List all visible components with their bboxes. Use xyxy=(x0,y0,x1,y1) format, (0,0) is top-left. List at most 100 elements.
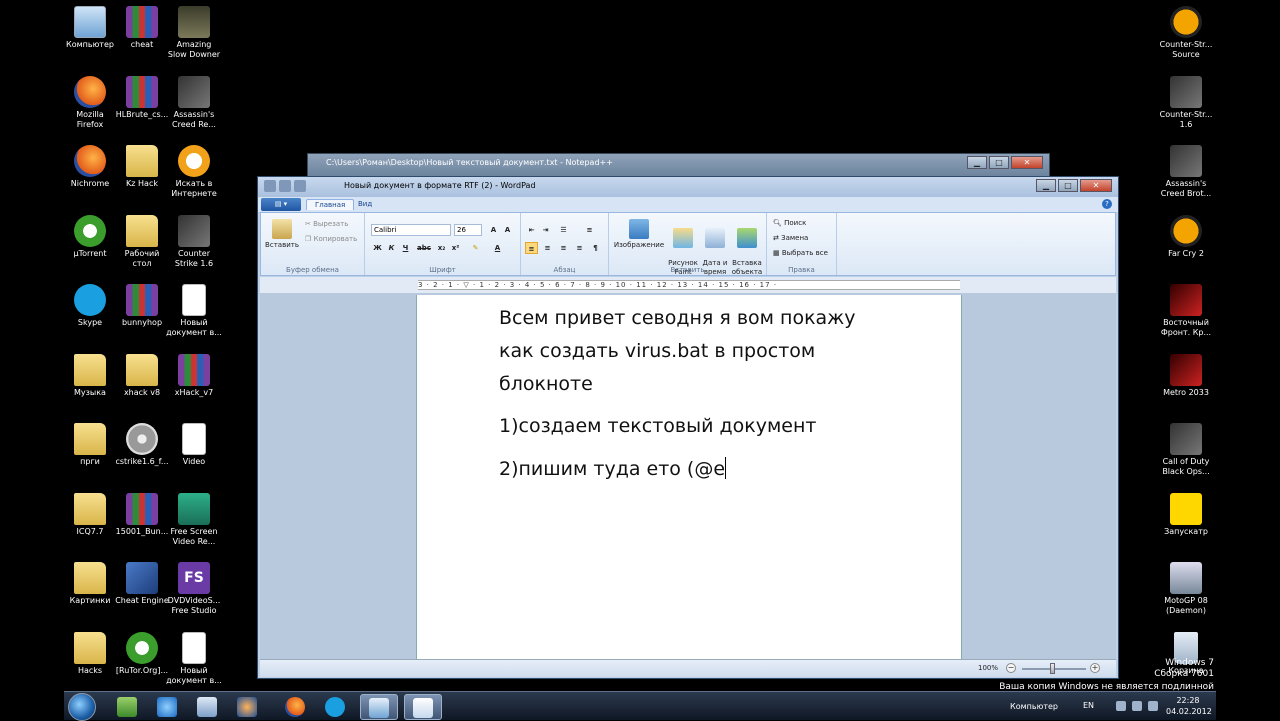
desktop-shortcut[interactable]: Искать в Интернете xyxy=(162,141,226,209)
paste-button[interactable]: Вставить xyxy=(265,219,299,249)
close-button[interactable]: ✕ xyxy=(1011,156,1043,169)
font-color-icon[interactable]: A xyxy=(491,242,504,254)
amazing-slow-downer-icon xyxy=(178,6,210,38)
desktop-shortcut[interactable]: Counter-Str... 1.6 xyxy=(1154,72,1218,140)
desktop-shortcut[interactable]: Восточный Фронт. Кр... xyxy=(1154,280,1218,348)
app-menu-button[interactable]: ▤ ▾ xyxy=(261,198,301,211)
taskbar-explorer-button[interactable] xyxy=(108,694,146,720)
zoom-out-button[interactable]: − xyxy=(1006,663,1016,673)
close-button[interactable]: ✕ xyxy=(1080,179,1112,192)
desktop-shortcut[interactable]: Free Screen Video Re... xyxy=(162,489,226,557)
italic-button[interactable]: К xyxy=(385,242,398,254)
taskbar-control-panel-button[interactable] xyxy=(188,694,226,720)
save-icon[interactable] xyxy=(264,180,276,192)
decrease-indent-icon[interactable]: ⇤ xyxy=(525,224,538,236)
taskbar-skype-button[interactable] xyxy=(316,694,354,720)
list-icon[interactable]: ☰ xyxy=(557,224,570,236)
insert-picture-button[interactable]: Изображение xyxy=(613,219,665,249)
find-button[interactable]: 🔍︎ Поиск xyxy=(773,219,806,227)
network-icon[interactable] xyxy=(1132,701,1142,711)
help-icon[interactable]: ? xyxy=(1102,199,1112,209)
zoom-in-button[interactable]: + xyxy=(1090,663,1100,673)
skype-icon xyxy=(74,284,106,316)
desktop-shortcut[interactable]: Assassin's Creed Brot... xyxy=(1154,141,1218,209)
desktop-shortcut[interactable]: Counter-Str... Source xyxy=(1154,2,1218,70)
desktop-shortcut[interactable]: Amazing Slow Downer xyxy=(162,2,226,70)
copy-button[interactable]: ❐ Копировать xyxy=(305,235,357,243)
zoom-slider-handle[interactable] xyxy=(1050,663,1055,674)
desktop-shortcut[interactable]: MotoGP 08 (Daemon) xyxy=(1154,558,1218,626)
strikethrough-button[interactable]: abc xyxy=(415,242,433,254)
desktop-shortcut[interactable]: Far Cry 2 xyxy=(1154,211,1218,279)
redo-icon[interactable] xyxy=(294,180,306,192)
clipboard-group: Вставить ✂ Вырезать ❐ Копировать Буфер о… xyxy=(261,213,365,275)
language-indicator[interactable]: EN xyxy=(1083,701,1094,710)
desktop-shortcut[interactable]: Запускатр xyxy=(1154,489,1218,557)
flag-icon[interactable] xyxy=(1116,701,1126,711)
minimize-button[interactable]: ▁ xyxy=(967,156,987,169)
maximize-button[interactable]: □ xyxy=(1058,179,1078,192)
document-line: 1)создаем текстовый документ xyxy=(499,415,817,437)
font-family-select[interactable]: Calibri xyxy=(371,224,451,236)
taskbar-ie-button[interactable] xyxy=(148,694,186,720)
paragraph-settings-icon[interactable]: ¶ xyxy=(589,242,602,254)
increase-indent-icon[interactable]: ⇥ xyxy=(539,224,552,236)
align-left-icon[interactable]: ≡ xyxy=(525,242,538,254)
justify-icon[interactable]: ≡ xyxy=(573,242,586,254)
title-bar[interactable]: Новый документ в формате RTF (2) - WordP… xyxy=(258,177,1118,197)
taskbar-wordpad-button[interactable] xyxy=(404,694,442,720)
find-label: Поиск xyxy=(784,219,807,227)
highlight-icon[interactable]: ✎ xyxy=(469,242,482,254)
desktop-shortcut[interactable]: Counter Strike 1.6 xyxy=(162,211,226,279)
align-center-icon[interactable]: ≡ xyxy=(541,242,554,254)
tab-home[interactable]: Главная xyxy=(306,199,355,210)
desktop-shortcut[interactable]: Новый документ в... xyxy=(162,628,226,696)
subscript-button[interactable]: x₂ xyxy=(435,242,448,254)
desktop-shortcut[interactable]: xHack_v7 xyxy=(162,350,226,418)
taskbar-firefox-button[interactable] xyxy=(276,694,314,720)
document-line: как создать virus.bat в простом xyxy=(499,340,816,362)
launcher-icon xyxy=(1170,492,1202,525)
taskbar-media-player-button[interactable] xyxy=(228,694,266,720)
document-icon xyxy=(182,284,206,316)
font-size-select[interactable]: 26 xyxy=(454,224,482,236)
superscript-button[interactable]: x² xyxy=(449,242,462,254)
taskbar: Компьютер EN 22:28 04.02.2012 xyxy=(64,691,1216,721)
volume-icon[interactable] xyxy=(1148,701,1158,711)
system-tray: Компьютер EN 22:28 04.02.2012 xyxy=(896,692,1216,721)
document-page[interactable]: Всем привет севодня я вом покажу как соз… xyxy=(416,295,962,659)
clock[interactable]: 22:28 04.02.2012 xyxy=(1166,695,1212,717)
assassins-creed-icon xyxy=(178,75,210,108)
media-player-icon xyxy=(237,697,257,717)
shrink-font-button[interactable]: A xyxy=(501,224,514,236)
minimize-button[interactable]: ▁ xyxy=(1036,179,1056,192)
wordpad-window[interactable]: Новый документ в формате RTF (2) - WordP… xyxy=(257,176,1119,679)
taskbar-paint-button[interactable] xyxy=(360,694,398,720)
line-spacing-icon[interactable]: ≡ xyxy=(583,224,596,236)
maximize-button[interactable]: □ xyxy=(989,156,1009,169)
notepad-plus-plus-window[interactable]: C:\Users\Роман\Desktop\Новый текстовый д… xyxy=(307,153,1050,177)
folder-icon xyxy=(126,353,158,386)
undo-icon[interactable] xyxy=(279,180,291,192)
desktop-shortcut[interactable]: Assassin's Creed Re... xyxy=(162,72,226,140)
replace-button[interactable]: ⇄ Замена xyxy=(773,234,808,242)
desktop-shortcut[interactable]: FS DVDVideoS... Free Studio xyxy=(162,558,226,626)
tab-view[interactable]: Вид xyxy=(350,199,380,209)
start-button[interactable] xyxy=(68,693,96,721)
desktop-shortcut[interactable]: Metro 2033 xyxy=(1154,350,1218,418)
clipboard-group-label: Буфер обмена xyxy=(286,266,339,274)
utorrent-icon xyxy=(74,214,106,247)
document-line-current: 2)пишим туда ето (@е xyxy=(499,457,727,480)
align-right-icon[interactable]: ≡ xyxy=(557,242,570,254)
desktop-shortcut[interactable]: Call of Duty Black Ops... xyxy=(1154,419,1218,487)
cut-button[interactable]: ✂ Вырезать xyxy=(305,220,348,228)
ruler[interactable]: 3 · 2 · 1 · ▽ · 1 · 2 · 3 · 4 · 5 · 6 · … xyxy=(418,280,960,290)
select-all-button[interactable]: ▦ Выбрать все xyxy=(773,249,828,257)
bold-button[interactable]: Ж xyxy=(371,242,384,254)
call-of-duty-icon xyxy=(1170,423,1202,455)
underline-button[interactable]: Ч xyxy=(399,242,412,254)
desktop-shortcut[interactable]: Video xyxy=(162,419,226,487)
tray-computer-label[interactable]: Компьютер xyxy=(1010,702,1058,711)
grow-font-button[interactable]: A xyxy=(487,224,500,236)
desktop-shortcut[interactable]: Новый документ в... xyxy=(162,280,226,348)
